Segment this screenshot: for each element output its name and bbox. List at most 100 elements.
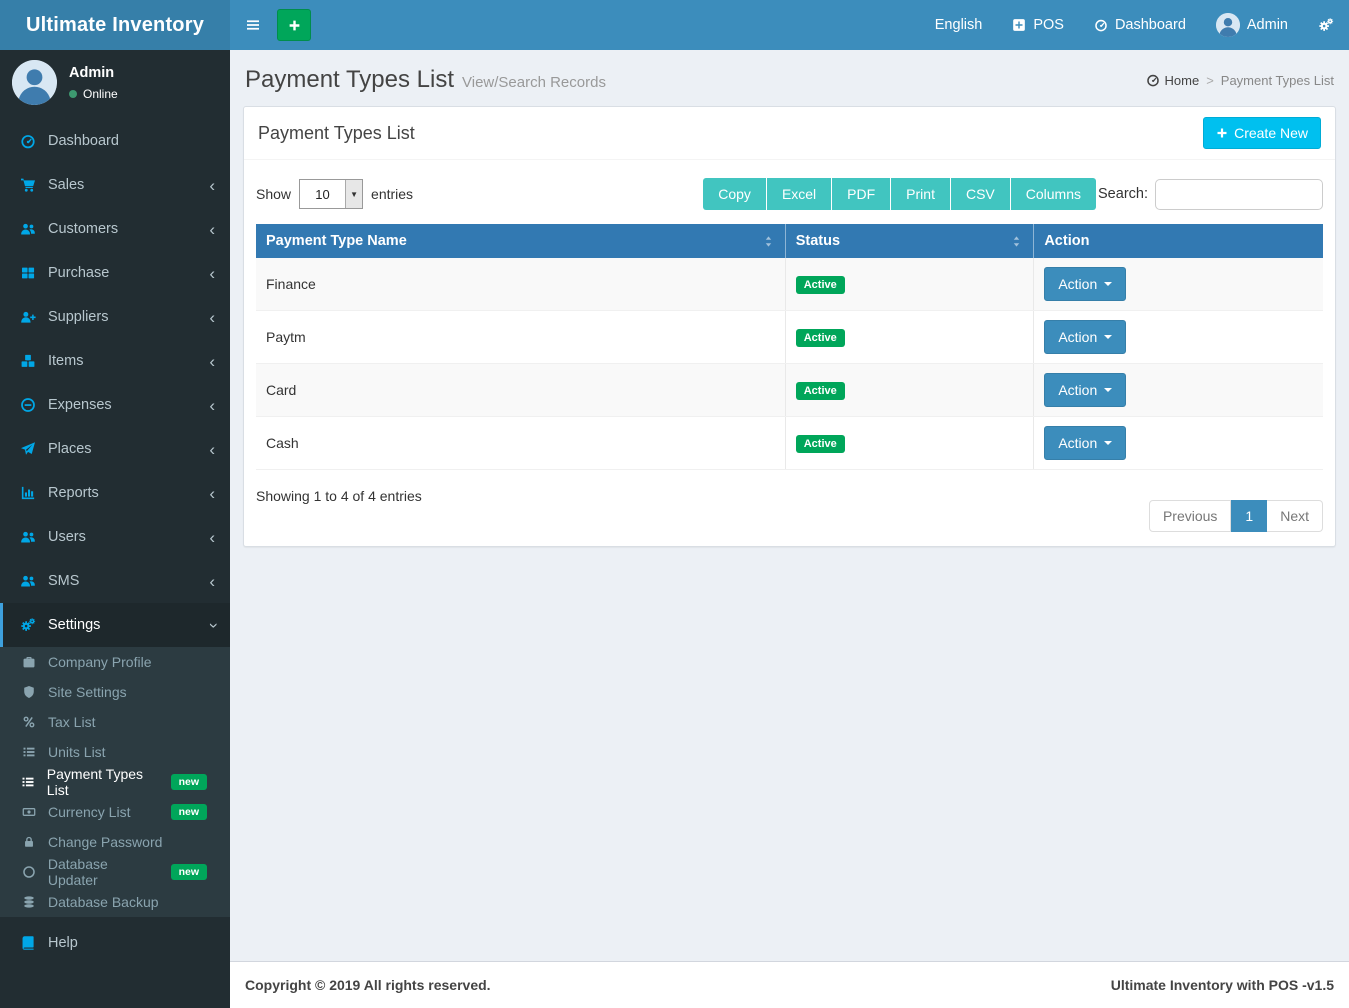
sidebar-item-purchase[interactable]: Purchase ‹ [0, 251, 230, 295]
chevron-down-icon: ‹ [204, 622, 221, 628]
online-label: Online [83, 87, 118, 101]
page-length-control: Show 10 ▼ entries [256, 179, 413, 209]
sidebar-toggle-button[interactable] [230, 0, 275, 50]
language-menu[interactable]: English [920, 0, 998, 50]
gears-icon [1318, 17, 1334, 33]
column-header-status[interactable]: Status [785, 224, 1034, 258]
print-button[interactable]: Print [891, 178, 951, 210]
sidebar-item-sms[interactable]: SMS ‹ [0, 559, 230, 603]
sidebar-subitem-database-updater[interactable]: Database Updater new [0, 857, 230, 887]
sidebar-item-users[interactable]: Users ‹ [0, 515, 230, 559]
search-control: Search: [1098, 179, 1323, 210]
users-icon [18, 529, 38, 545]
footer: Copyright © 2019 All rights reserved. Ul… [230, 961, 1349, 1008]
lock-icon [20, 835, 38, 849]
sidebar-item-sales[interactable]: Sales ‹ [0, 163, 230, 207]
sidebar-item-reports[interactable]: Reports ‹ [0, 471, 230, 515]
list-icon [20, 745, 38, 759]
chevron-left-icon: ‹ [209, 353, 215, 370]
breadcrumb-current: Payment Types List [1221, 73, 1334, 88]
plus-icon [288, 19, 301, 32]
gears-icon [18, 617, 38, 633]
breadcrumb: Home > Payment Types List [1146, 73, 1335, 88]
next-page-button[interactable]: Next [1267, 500, 1323, 532]
page-subtitle: View/Search Records [462, 74, 606, 91]
table-toolbar: Show 10 ▼ entries Copy Excel PDF [256, 170, 1323, 224]
status-badge: Active [796, 276, 845, 294]
sidebar-subitem-units-list[interactable]: Units List [0, 737, 230, 767]
sidebar-subitem-payment-types-list[interactable]: Payment Types List new [0, 767, 230, 797]
sidebar-subitem-currency-list[interactable]: Currency List new [0, 797, 230, 827]
main-area: Payment Types List View/Search Records H… [230, 50, 1349, 1008]
sidebar-subitem-site-settings[interactable]: Site Settings [0, 677, 230, 707]
table-row: Finance Active Action [256, 258, 1323, 311]
status-badge: Active [796, 329, 845, 347]
status-badge: Active [796, 435, 845, 453]
sidebar-subitem-change-password[interactable]: Change Password [0, 827, 230, 857]
brand[interactable]: Ultimate Inventory [0, 0, 230, 50]
navbar-right: English POS Dashboard Admin [920, 0, 1349, 50]
copy-button[interactable]: Copy [703, 178, 767, 210]
page-1-button[interactable]: 1 [1231, 500, 1267, 532]
copyright-text: Copyright © 2019 All rights reserved. [245, 977, 491, 993]
user-plus-icon [18, 309, 38, 325]
settings-menu-button[interactable] [1303, 0, 1349, 50]
page-length-select[interactable]: 10 ▼ [299, 179, 363, 209]
breadcrumb-home-link[interactable]: Home [1146, 73, 1200, 88]
pos-link[interactable]: POS [997, 0, 1079, 50]
brand-title: Ultimate Inventory [26, 14, 204, 37]
caret-down-icon [1104, 388, 1112, 392]
table-row: Cash Active Action [256, 417, 1323, 470]
columns-button[interactable]: Columns [1011, 178, 1096, 210]
action-dropdown-button[interactable]: Action [1044, 320, 1126, 354]
payment-types-box: Payment Types List Create New Show 10 ▼ [243, 106, 1336, 547]
content: Payment Types List View/Search Records H… [230, 50, 1349, 961]
bar-chart-icon [18, 485, 38, 501]
column-header-payment-type-name[interactable]: Payment Type Name [256, 224, 785, 258]
column-header-action: Action [1034, 224, 1323, 258]
tachometer-icon [18, 133, 38, 149]
sidebar-subitem-tax-list[interactable]: Tax List [0, 707, 230, 737]
list-icon [20, 775, 37, 789]
shield-icon [20, 685, 38, 699]
sidebar-subitem-database-backup[interactable]: Database Backup [0, 887, 230, 917]
circle-outline-icon [20, 865, 38, 879]
sidebar-item-suppliers[interactable]: Suppliers ‹ [0, 295, 230, 339]
user-menu[interactable]: Admin [1201, 0, 1303, 50]
payment-types-table: Payment Type Name Status [256, 224, 1323, 470]
sidebar-item-help[interactable]: Help [0, 921, 230, 965]
new-badge: new [171, 804, 207, 821]
sidebar-item-expenses[interactable]: Expenses ‹ [0, 383, 230, 427]
chevron-left-icon: ‹ [209, 309, 215, 326]
quick-add-button[interactable] [277, 9, 311, 41]
content-header: Payment Types List View/Search Records H… [243, 64, 1336, 106]
search-input[interactable] [1155, 179, 1323, 210]
sidebar-item-items[interactable]: Items ‹ [0, 339, 230, 383]
sidebar-item-places[interactable]: Places ‹ [0, 427, 230, 471]
sidebar-item-customers[interactable]: Customers ‹ [0, 207, 230, 251]
user-name-label: Admin [1247, 17, 1288, 33]
sidebar-item-settings[interactable]: Settings ‹ [0, 603, 230, 647]
users-icon [18, 221, 38, 237]
table-info: Showing 1 to 4 of 4 entries [256, 488, 422, 504]
app-window: Ultimate Inventory English POS Dashboard [0, 0, 1349, 1008]
sort-icon [762, 235, 775, 248]
caret-down-icon [1104, 282, 1112, 286]
previous-page-button[interactable]: Previous [1149, 500, 1231, 532]
action-dropdown-button[interactable]: Action [1044, 426, 1126, 460]
action-dropdown-button[interactable]: Action [1044, 373, 1126, 407]
excel-button[interactable]: Excel [767, 178, 832, 210]
create-new-button[interactable]: Create New [1203, 117, 1321, 149]
dashboard-link[interactable]: Dashboard [1079, 0, 1201, 50]
pdf-button[interactable]: PDF [832, 178, 891, 210]
sidebar-subitem-company-profile[interactable]: Company Profile [0, 647, 230, 677]
language-label: English [935, 17, 983, 33]
chevron-left-icon: ‹ [209, 177, 215, 194]
dashboard-label: Dashboard [1115, 17, 1186, 33]
action-dropdown-button[interactable]: Action [1044, 267, 1126, 301]
csv-button[interactable]: CSV [951, 178, 1011, 210]
sidebar-item-dashboard[interactable]: Dashboard [0, 119, 230, 163]
new-badge: new [171, 774, 207, 791]
percent-icon [20, 715, 38, 729]
user-name: Admin [69, 65, 118, 81]
